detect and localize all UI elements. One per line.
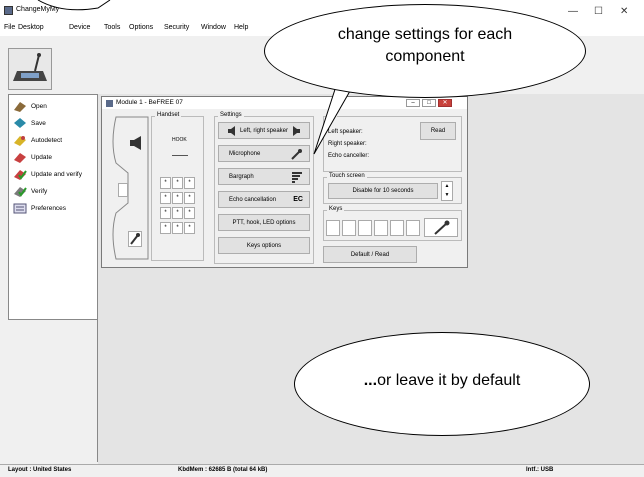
callout-settings-text: change settings for each component bbox=[337, 26, 513, 65]
layout-status: Layout : United States bbox=[8, 467, 72, 473]
callout-default-prefix: ... bbox=[363, 372, 378, 389]
callout-default-label: or leave it by default bbox=[377, 372, 521, 389]
interface-status: Intf.: USB bbox=[526, 467, 554, 473]
callout-default-text: ...or leave it by default bbox=[300, 372, 584, 390]
status-bar: Layout : United States KbdMem : 62685 B … bbox=[0, 464, 644, 477]
kbdmem-status: KbdMem : 62685 B (total 64 kB) bbox=[178, 467, 268, 473]
